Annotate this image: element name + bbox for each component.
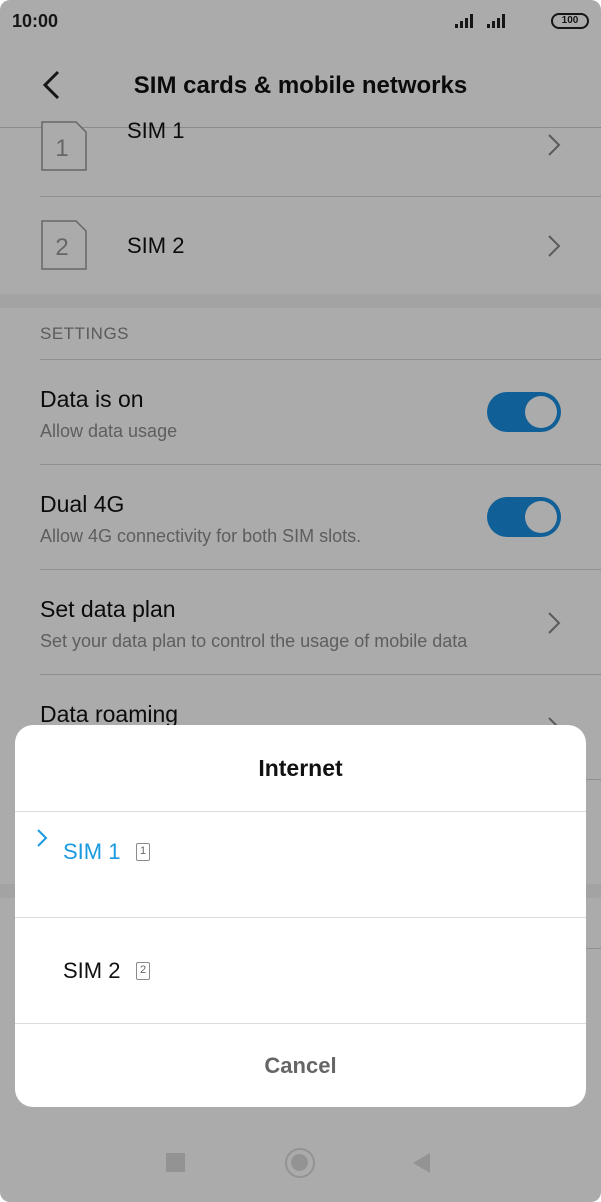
- selected-chevron-icon: [37, 829, 48, 847]
- option-label: SIM 1: [63, 839, 121, 864]
- internet-sim-dialog: Internet SIM 1 1 SIM 2 2 Cancel: [15, 725, 586, 1107]
- dialog-title: Internet: [258, 755, 343, 781]
- option-label: SIM 2: [63, 958, 121, 983]
- sim-badge-icon: 1: [136, 843, 150, 861]
- sim-badge-icon: 2: [136, 962, 150, 980]
- settings-screen: 10:00 100 SIM cards & mobile networks 1 …: [0, 0, 601, 1202]
- dialog-option-sim-1[interactable]: SIM 1 1: [15, 812, 586, 917]
- dialog-option-sim-2[interactable]: SIM 2 2: [15, 918, 586, 1023]
- cancel-button[interactable]: Cancel: [15, 1024, 586, 1107]
